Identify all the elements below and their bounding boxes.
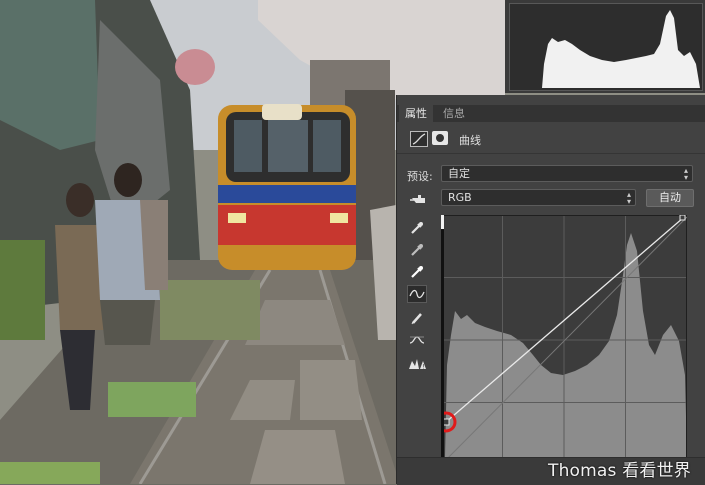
preset-value: 自定 [448,167,470,180]
panel-tab-bar: 属性 信息 [397,105,705,122]
edit-points-curve-icon[interactable] [407,285,427,303]
channel-dropdown[interactable]: RGB ▴ ▾ [441,189,636,206]
smooth-curve-icon[interactable] [407,331,427,349]
svg-text:!: ! [422,364,424,371]
auto-button[interactable]: 自动 [646,189,694,207]
curve-point-highlight [679,214,686,221]
curves-adjustment-icon[interactable] [410,131,428,147]
on-image-adjust-icon[interactable] [409,191,427,207]
tab-properties[interactable]: 属性 [399,105,433,122]
sample-highlights-eyedropper-icon[interactable] [407,263,427,281]
sample-midtones-eyedropper-icon[interactable] [407,241,427,259]
properties-panel: 属性 信息 曲线 预设: 自定 ▴ ▾ RGB ▴ ▾ 自动 ! [396,95,705,485]
watermark: Thomas 看看世界 [548,461,691,481]
histogram-panel: ◂◂ [505,0,705,105]
tab-info[interactable]: 信息 [437,105,471,122]
adjustment-title: 曲线 [459,134,481,147]
dropdown-arrows-icon: ▴ ▾ [683,166,688,182]
channel-value: RGB [448,191,472,204]
histogram-graph [542,10,700,88]
curves-graph[interactable] [435,214,688,466]
layer-mask-icon[interactable] [432,131,448,145]
histogram-display [509,3,703,91]
clipping-warning-icon[interactable]: ! [407,355,427,373]
sample-shadows-eyedropper-icon[interactable] [407,219,427,237]
draw-pencil-icon[interactable] [407,309,427,327]
dropdown-arrows-icon: ▴ ▾ [626,190,631,206]
adjustment-header: 曲线 [397,125,705,154]
preset-dropdown[interactable]: 自定 ▴ ▾ [441,165,693,182]
preset-label: 预设: [407,170,433,183]
